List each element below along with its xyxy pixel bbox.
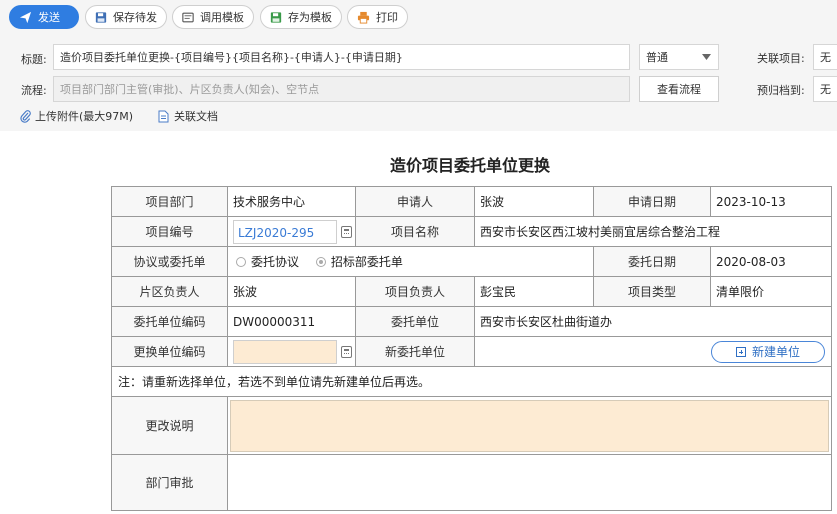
calculator-icon[interactable] — [341, 225, 352, 238]
calculator-icon[interactable] — [341, 345, 352, 358]
upload-attachment-link[interactable]: 上传附件(最大97M) — [20, 108, 133, 124]
related-project-label: 关联项目: — [757, 52, 805, 65]
proj-no-label: 项目编号 — [111, 216, 228, 247]
form-row: 更改说明 — [111, 396, 832, 455]
form-row: 更换单位编码 新委托单位 新建单位 — [111, 336, 832, 367]
change-code-label: 更换单位编码 — [111, 336, 228, 367]
related-doc-label: 关联文档 — [174, 110, 218, 123]
printer-icon — [357, 11, 370, 24]
form-row: 片区负责人 张波 项目负责人 彭宝民 项目类型 清单限价 — [111, 276, 832, 307]
form-row: 项目编号 LZJ2020-295 项目名称 西安市长安区西江坡村美丽宜居综合整治… — [111, 216, 832, 247]
proj-name-label: 项目名称 — [355, 216, 475, 247]
dept-label: 项目部门 — [111, 186, 228, 217]
proj-type-label: 项目类型 — [593, 276, 711, 307]
send-icon — [19, 11, 32, 23]
request-form-table: 项目部门 技术服务中心 申请人 张波 申请日期 2023-10-13 项目编号 … — [111, 186, 832, 511]
upload-label: 上传附件(最大97M) — [35, 110, 134, 123]
subject-label: 标题: — [21, 53, 47, 66]
proj-no-cell: LZJ2020-295 — [227, 216, 356, 247]
dept-approval-label: 部门审批 — [111, 454, 228, 511]
priority-value: 普通 — [646, 51, 668, 64]
change-desc-textarea[interactable] — [230, 399, 829, 452]
area-lead-value: 张波 — [227, 276, 356, 307]
change-desc-label: 更改说明 — [111, 396, 228, 455]
subject-value: 造价项目委托单位更换-{项目编号}{项目名称}-{申请人}-{申请日期} — [60, 51, 403, 64]
change-code-cell — [227, 336, 356, 367]
form-row: 部门审批 — [111, 454, 832, 511]
view-flow-label: 查看流程 — [657, 83, 701, 96]
change-desc-cell — [227, 396, 832, 455]
save-draft-button[interactable]: 保存待发 — [85, 5, 167, 29]
save-template-label: 存为模板 — [288, 11, 332, 24]
form-row: 协议或委托单 委托协议 招标部委托单 委托日期 2020-08-03 — [111, 246, 832, 277]
subject-input[interactable]: 造价项目委托单位更换-{项目编号}{项目名称}-{申请人}-{申请日期} — [53, 44, 630, 70]
archive-value: 无 — [820, 83, 831, 96]
proj-lead-value: 彭宝民 — [474, 276, 594, 307]
apply-date-label: 申请日期 — [593, 186, 711, 217]
commission-date-value: 2020-08-03 — [710, 246, 832, 277]
new-client-label: 新委托单位 — [355, 336, 475, 367]
proj-lead-label: 项目负责人 — [355, 276, 475, 307]
proj-type-value: 清单限价 — [710, 276, 832, 307]
send-button-label: 发送 — [38, 11, 60, 24]
send-button[interactable]: 发送 — [9, 5, 79, 29]
change-code-input[interactable] — [233, 339, 337, 364]
radio-agreement[interactable] — [236, 256, 246, 267]
new-client-cell: 新建单位 — [474, 336, 832, 367]
dept-value: 技术服务中心 — [227, 186, 356, 217]
related-document-link[interactable]: 关联文档 — [158, 108, 218, 124]
document-link-icon — [158, 110, 169, 122]
area-lead-label: 片区负责人 — [111, 276, 228, 307]
commission-date-label: 委托日期 — [593, 246, 711, 277]
flow-label: 流程: — [21, 84, 47, 97]
applicant-value: 张波 — [474, 186, 594, 217]
radio-agreement-label: 委托协议 — [251, 255, 300, 269]
archive-label: 预归档到: — [757, 84, 805, 97]
form-note: 注：请重新选择单位，若选不到单位请先新建单位后再选。 — [111, 366, 832, 397]
priority-select[interactable]: 普通 — [639, 44, 719, 70]
floppy-disk-icon — [95, 11, 107, 23]
view-flow-button[interactable]: 查看流程 — [639, 76, 719, 102]
client-label: 委托单位 — [355, 306, 475, 337]
apply-date-value: 2023-10-13 — [710, 186, 832, 217]
save-draft-label: 保存待发 — [113, 11, 157, 24]
proj-no-input[interactable]: LZJ2020-295 — [233, 219, 337, 244]
new-unit-label: 新建单位 — [751, 345, 800, 359]
form-row: 委托单位编码 DW00000311 委托单位 西安市长安区杜曲街道办 — [111, 306, 832, 337]
form-row: 注：请重新选择单位，若选不到单位请先新建单位后再选。 — [111, 366, 832, 397]
form-row: 项目部门 技术服务中心 申请人 张波 申请日期 2023-10-13 — [111, 186, 832, 217]
archive-input[interactable]: 无 — [813, 76, 837, 102]
related-project-value: 无 — [820, 51, 831, 64]
proj-name-value: 西安市长安区西江坡村美丽宜居综合整治工程 — [474, 216, 832, 247]
related-project-input[interactable]: 无 — [813, 44, 837, 70]
template-icon — [182, 12, 194, 22]
print-button[interactable]: 打印 — [347, 5, 408, 29]
client-value: 西安市长安区杜曲街道办 — [474, 306, 832, 337]
new-unit-button[interactable]: 新建单位 — [711, 340, 825, 363]
paperclip-icon — [20, 109, 31, 123]
applicant-label: 申请人 — [355, 186, 475, 217]
agreement-options: 委托协议 招标部委托单 — [227, 246, 594, 277]
client-code-value: DW00000311 — [227, 306, 356, 337]
print-label: 打印 — [376, 11, 398, 24]
chevron-down-icon — [702, 54, 711, 60]
radio-bidding[interactable] — [315, 256, 326, 267]
dept-approval-cell — [227, 454, 832, 511]
radio-bidding-label: 招标部委托单 — [330, 255, 403, 269]
top-toolbar-area: 发送 保存待发 调用模板 存为模板 打印 标题: 造价项目委托单位更换-{项目编… — [0, 0, 837, 131]
save-template-button[interactable]: 存为模板 — [260, 5, 342, 29]
client-code-label: 委托单位编码 — [111, 306, 228, 337]
form-title: 造价项目委托单位更换 — [389, 156, 550, 175]
use-template-button[interactable]: 调用模板 — [172, 5, 254, 29]
flow-placeholder: 项目部门部门主管(审批)、片区负责人(知会)、空节点 — [60, 83, 320, 96]
plus-square-icon — [735, 346, 746, 357]
flow-input[interactable]: 项目部门部门主管(审批)、片区负责人(知会)、空节点 — [53, 76, 630, 102]
agreement-label: 协议或委托单 — [111, 246, 228, 277]
use-template-label: 调用模板 — [200, 11, 244, 24]
save-template-icon — [270, 11, 282, 23]
